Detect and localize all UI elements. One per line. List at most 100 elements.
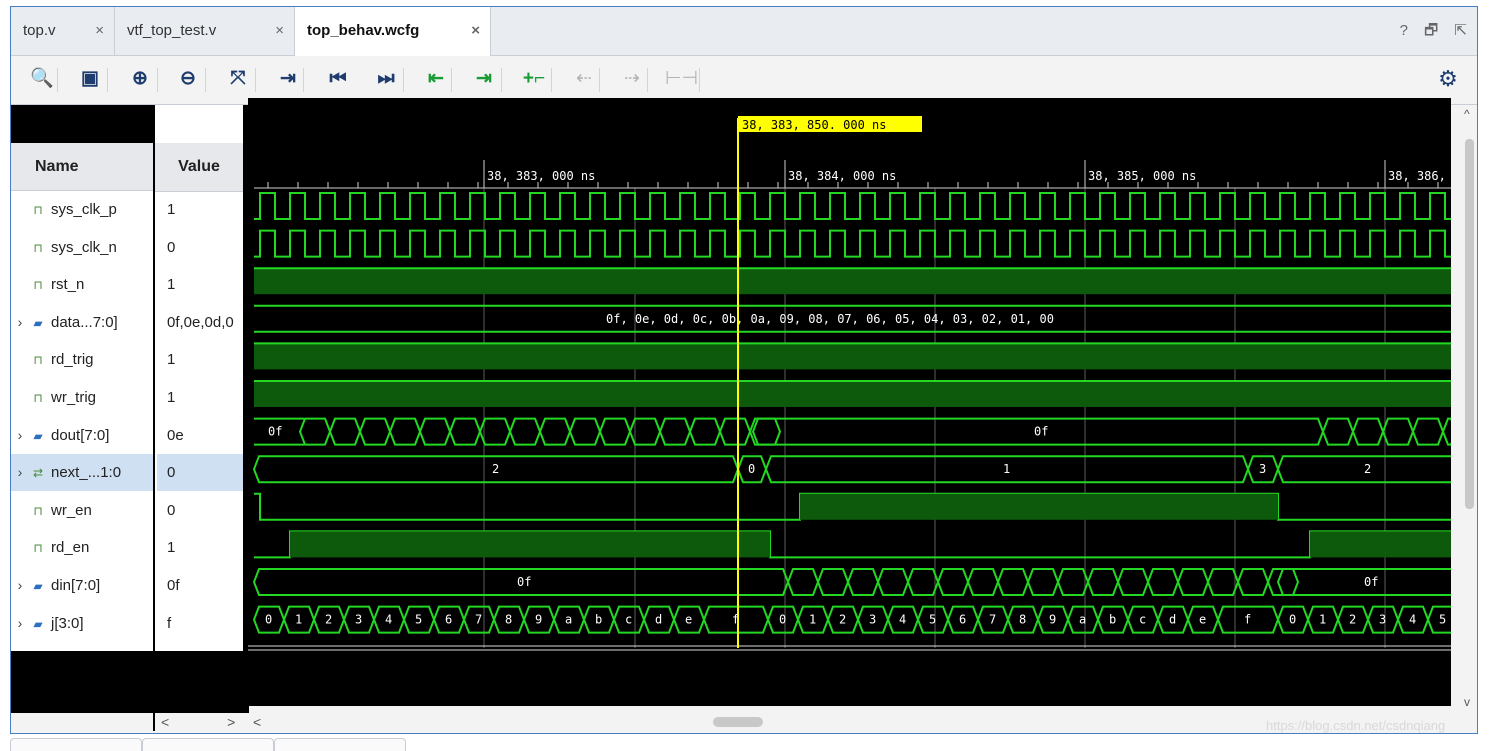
name-hscroll[interactable]: [11, 713, 153, 731]
previous-marker-button[interactable]: ⇠: [569, 64, 599, 94]
next-transition-button[interactable]: ⇥: [469, 64, 499, 94]
swap-cursors-button[interactable]: ⊢⊣: [665, 64, 698, 94]
gear-icon[interactable]: ⚙: [1433, 64, 1463, 94]
scalar-signal-icon: ⊓: [33, 241, 43, 255]
tab-vtf-top-test[interactable]: vtf_top_test.v ×: [115, 7, 295, 55]
zoom-out-button[interactable]: ⊖: [173, 64, 203, 94]
bus-value: 7: [989, 613, 996, 627]
signal-row[interactable]: ⊓ rd_en: [11, 529, 153, 566]
time-label: 38, 383, 000 ns: [487, 169, 595, 183]
bus-value: 7: [475, 613, 482, 627]
bus-value: 1: [1003, 462, 1010, 476]
bus-value: 1: [809, 613, 816, 627]
signal-row[interactable]: ⊓ rd_trig: [11, 341, 153, 378]
tab-top-v[interactable]: top.v ×: [11, 7, 115, 55]
toolbar-separator: [551, 68, 552, 92]
toolbar-separator: [205, 68, 206, 92]
signal-row[interactable]: › ▰ din[7:0]: [11, 567, 153, 604]
tab-top-behav-wcfg[interactable]: top_behav.wcfg ×: [295, 7, 491, 56]
signal-row[interactable]: ⊓ sys_clk_p: [11, 191, 153, 228]
close-icon[interactable]: ×: [275, 7, 284, 55]
window-buttons: ? 🗗 ⇱: [1388, 7, 1467, 55]
signal-name: dout[7:0]: [51, 427, 110, 444]
value-column-header[interactable]: Value: [155, 143, 243, 192]
scroll-right-icon[interactable]: >: [227, 714, 235, 730]
next-marker-button[interactable]: ⇢: [617, 64, 647, 94]
expand-icon[interactable]: ›: [11, 417, 29, 454]
signal-row[interactable]: ⊓ wr_trig: [11, 379, 153, 416]
bus-value: 1: [295, 613, 302, 627]
bus-signal-icon: ▰: [33, 617, 43, 631]
time-label: 38, 385, 000 ns: [1088, 169, 1196, 183]
wave-vscroll[interactable]: ^ v: [1462, 105, 1477, 731]
bus-value: 0: [779, 613, 786, 627]
add-marker-button[interactable]: +⌐: [519, 64, 549, 94]
bottom-tab[interactable]: [274, 738, 406, 751]
scroll-left-icon[interactable]: <: [161, 714, 169, 730]
high-fill: [800, 493, 1278, 520]
tab-label: top.v: [23, 22, 56, 39]
signal-row[interactable]: › ▰ dout[7:0]: [11, 417, 153, 454]
bus-value: 3: [1259, 462, 1266, 476]
signal-value: 1: [167, 539, 176, 556]
bus-value: c: [1139, 613, 1146, 627]
signal-value: 0f: [167, 577, 180, 594]
hscroll-thumb[interactable]: [713, 717, 763, 727]
go-to-cursor-button[interactable]: ⇥: [273, 64, 303, 94]
bus-value: 4: [1409, 613, 1416, 627]
signal-value: 0: [167, 239, 176, 256]
restore-icon[interactable]: 🗗: [1424, 22, 1438, 39]
previous-transition-button[interactable]: ⇤: [421, 64, 451, 94]
bottom-tab[interactable]: [10, 738, 142, 751]
scalar-signal-icon: ⊓: [33, 353, 43, 367]
bus-value: b: [1109, 613, 1116, 627]
bus-value: 3: [1379, 613, 1386, 627]
value-hscroll[interactable]: < >: [155, 713, 249, 731]
scalar-signal-icon: ⊓: [33, 203, 43, 217]
bottom-tab[interactable]: [142, 738, 274, 751]
close-icon[interactable]: ×: [471, 7, 480, 55]
column-divider[interactable]: [153, 105, 155, 731]
bus-value: 1: [1319, 613, 1326, 627]
expand-icon[interactable]: ›: [11, 567, 29, 604]
zoom-fit-button[interactable]: ⤧: [223, 64, 253, 94]
scroll-left-icon[interactable]: <: [253, 714, 261, 730]
float-icon[interactable]: ⇱: [1454, 22, 1467, 39]
search-button[interactable]: 🔍: [27, 64, 57, 94]
bus-value: 2: [839, 613, 846, 627]
waveform-canvas[interactable]: 38, 383, 000 ns 38, 384, 000 ns 38, 385, 0…: [248, 98, 1451, 706]
go-to-last-time-button[interactable]: ⏭: [371, 64, 401, 94]
expand-icon[interactable]: ›: [11, 605, 29, 642]
signal-row[interactable]: › ▰ data...7:0]: [11, 304, 153, 341]
signal-name: rd_en: [51, 539, 90, 556]
bus-value: 5: [929, 613, 936, 627]
name-column-header[interactable]: Name: [11, 143, 153, 191]
bus-value: e: [685, 613, 692, 627]
bus-value: 2: [325, 613, 332, 627]
bus-value: 0: [1289, 613, 1296, 627]
go-to-time-zero-button[interactable]: ⏮: [323, 64, 353, 94]
signal-row[interactable]: ⊓ wr_en: [11, 492, 153, 529]
high-fill: [254, 343, 1451, 370]
signal-row[interactable]: ⊓ rst_n: [11, 266, 153, 303]
signal-row[interactable]: › ⇄ next_...1:0: [11, 454, 153, 491]
signal-value: 0: [157, 454, 243, 491]
cursor-time-label: 38, 383, 850. 000 ns: [742, 118, 887, 132]
time-label: 38, 386, 0: [1388, 169, 1451, 183]
save-button[interactable]: ▣: [75, 64, 105, 94]
help-icon[interactable]: ?: [1400, 22, 1408, 39]
signal-row[interactable]: › ▰ j[3:0]: [11, 605, 153, 642]
expand-icon[interactable]: ›: [11, 454, 29, 491]
signal-row[interactable]: ⊓ sys_clk_n: [11, 229, 153, 266]
bus-value: 8: [1019, 613, 1026, 627]
scroll-up-icon[interactable]: ^: [1464, 107, 1470, 121]
zoom-in-button[interactable]: ⊕: [125, 64, 155, 94]
vscroll-thumb[interactable]: [1465, 139, 1474, 509]
scroll-down-icon[interactable]: v: [1464, 695, 1470, 709]
bus-value: 2: [1349, 613, 1356, 627]
signal-name: data...7:0]: [51, 314, 118, 331]
bus-value: 0f: [1364, 575, 1378, 589]
bus-value: 5: [415, 613, 422, 627]
close-icon[interactable]: ×: [95, 7, 104, 55]
expand-icon[interactable]: ›: [11, 304, 29, 341]
